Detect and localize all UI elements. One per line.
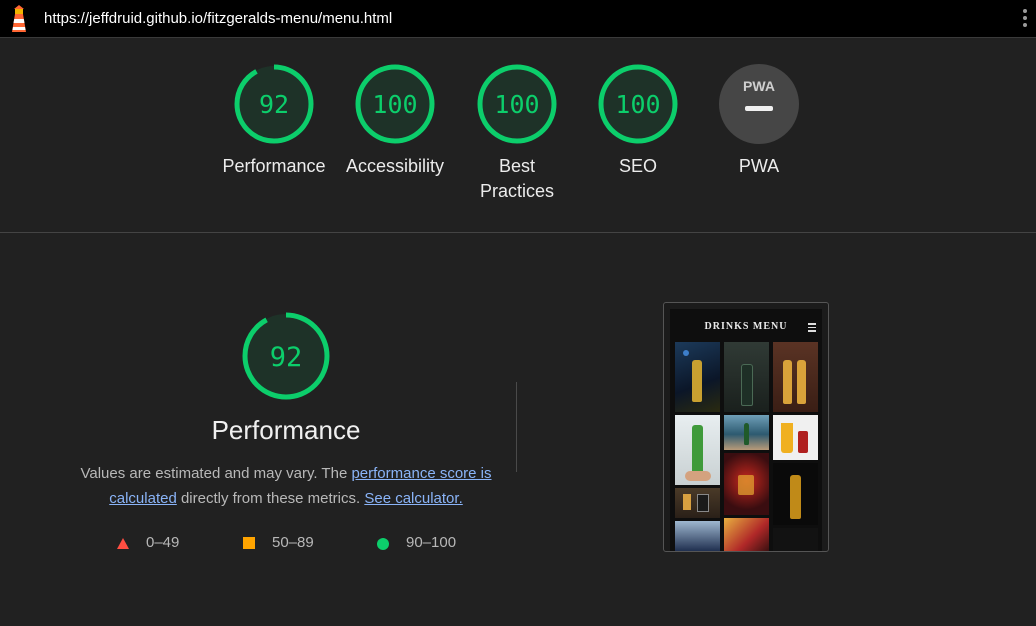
drink-image: [773, 528, 818, 551]
drink-image: [773, 415, 818, 460]
gauge-pwa[interactable]: PWA PWA: [709, 62, 809, 176]
drink-image: [724, 415, 769, 450]
circle-pass-icon: [377, 538, 389, 550]
gauge-accessibility[interactable]: 100 Accessibility: [345, 62, 445, 176]
drink-image: [675, 521, 720, 551]
pwa-badge-icon: PWA: [719, 64, 799, 144]
gauge-best-practices-ring: 100: [477, 64, 557, 144]
triangle-fail-icon: [117, 538, 129, 549]
lighthouse-icon: [12, 5, 26, 32]
description-prefix: Values are estimated and may vary. The: [80, 465, 352, 482]
drink-image: [773, 463, 818, 525]
square-average-icon: [243, 537, 255, 549]
gauge-seo-ring: 100: [598, 64, 678, 144]
screenshot-page: DRINKS MENU: [670, 309, 822, 551]
gauge-accessibility-score: 100: [372, 90, 417, 119]
page-url[interactable]: https://jeffdruid.github.io/fitzgeralds-…: [44, 10, 392, 27]
drink-image: [675, 342, 720, 412]
description-middle: directly from these metrics.: [176, 490, 365, 507]
gauge-performance-ring: 92: [234, 64, 314, 144]
drink-image: [724, 453, 769, 515]
hamburger-icon: [808, 323, 816, 334]
final-screenshot[interactable]: DRINKS MENU: [663, 302, 829, 552]
performance-gauge-large-ring: 92: [242, 312, 330, 400]
gauge-pwa-label: PWA: [738, 156, 780, 176]
drink-image: [724, 342, 769, 412]
gauge-accessibility-label: Accessibility: [345, 156, 445, 176]
pwa-dash-icon: [745, 106, 773, 111]
drink-image: [675, 415, 720, 485]
screenshot-title: DRINKS MENU: [704, 321, 788, 332]
gauge-seo[interactable]: 100 SEO: [588, 62, 688, 176]
gauge-best-practices-score: 100: [494, 90, 539, 119]
performance-title: Performance: [211, 415, 361, 445]
drink-image: [724, 518, 769, 551]
gauge-performance-score: 92: [259, 90, 289, 119]
performance-gauge-large: 92: [236, 310, 336, 402]
gauge-performance[interactable]: 92 Performance: [222, 62, 326, 176]
pwa-badge-text: PWA: [743, 78, 775, 94]
legend-fail-range: 0–49: [146, 534, 180, 551]
gauge-best-practices-label: Best Practices: [479, 156, 555, 201]
see-calculator-link[interactable]: See calculator.: [364, 490, 462, 507]
section-divider: [0, 232, 1036, 233]
performance-score-large: 92: [270, 342, 303, 373]
gauge-accessibility-ring: 100: [355, 64, 435, 144]
gauge-best-practices[interactable]: 100 Best Practices: [467, 62, 567, 201]
gauge-seo-label: SEO: [618, 156, 657, 176]
kebab-menu-icon[interactable]: [1022, 9, 1028, 31]
drink-image: [773, 342, 818, 412]
performance-description: Values are estimated and may vary. The p…: [80, 461, 492, 511]
legend-average-range: 50–89: [272, 534, 314, 551]
legend-pass-range: 90–100: [406, 534, 457, 551]
gauge-seo-score: 100: [615, 90, 660, 119]
address-bar: https://jeffdruid.github.io/fitzgeralds-…: [0, 0, 1036, 38]
gauge-performance-label: Performance: [222, 156, 326, 176]
vertical-separator: [516, 382, 517, 472]
drink-image: [675, 488, 720, 518]
